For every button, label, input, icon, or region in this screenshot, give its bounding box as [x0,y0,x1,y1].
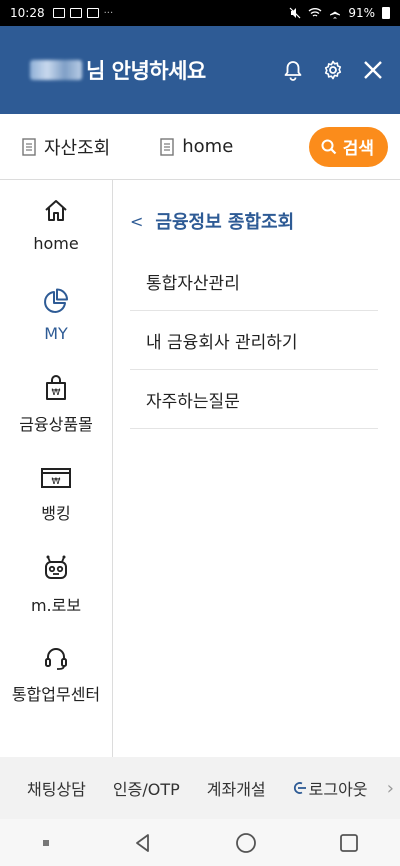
content-panel: < 금융정보 종합조회 통합자산관리 내 금융회사 관리하기 자주하는질문 [114,180,400,757]
search-button-label: 검색 [342,139,374,159]
more-notifications-icon: ··· [103,7,114,19]
overview-icon[interactable] [339,833,359,853]
header: 님 안녕하세요 [0,26,400,114]
airplane-icon [330,7,341,19]
status-right: 91% [289,6,390,20]
system-nav-bar [0,819,400,866]
quick-bar: 자산조회 home 검색 [0,114,400,180]
bank-card-icon: ₩ [41,468,71,488]
sidebar-item-home[interactable]: home [0,180,112,270]
greeting-text: 님 안녕하세요 [86,59,206,83]
mute-icon [289,7,301,19]
bottom-item-open-account[interactable]: 계좌개설 [207,776,266,800]
breadcrumb[interactable]: < 금융정보 종합조회 [130,208,378,234]
breadcrumb-title: 금융정보 종합조회 [155,212,295,233]
back-icon[interactable] [133,833,153,853]
sidebar-item-my[interactable]: MY [0,270,112,360]
gallery-notification-icon [52,8,65,18]
wifi-icon [308,8,322,17]
home-button-icon[interactable] [235,832,257,854]
sidebar-item-service-center[interactable]: 통합업무센터 [0,630,112,720]
document-icon [22,137,36,156]
search-button[interactable]: 검색 [308,126,388,167]
bottom-bar: 채팅상담 인증/OTP 계좌개설 로그아웃 › [0,757,400,819]
bottom-item-otp[interactable]: 인증/OTP [113,776,180,800]
won-symbol: ₩ [52,388,61,398]
sidebar-item-robo[interactable]: m.로보 [0,540,112,630]
sidebar-item-label: 통합업무센터 [11,685,101,704]
battery-percent: 91% [348,6,375,20]
headset-icon [45,648,67,670]
sidebar-item-label: 금융상품몰 [19,415,93,434]
sidebar-item-label: MY [44,323,68,343]
menu-item-faq[interactable]: 자주하는질문 [130,370,378,429]
pie-chart-icon [44,288,68,313]
document-icon [160,137,174,156]
status-bar: 10:28 ··· 91% [0,0,400,26]
search-icon [321,139,336,154]
sidebar-item-products[interactable]: ₩ 금융상품몰 [0,360,112,450]
gear-icon[interactable] [322,59,344,81]
menu-item-integrated-asset[interactable]: 통합자산관리 [130,252,378,311]
chevron-right-icon[interactable]: › [387,778,400,799]
sidebar-item-label: 뱅킹 [41,504,71,523]
bottom-item-logout[interactable]: 로그아웃 [293,776,368,800]
close-icon[interactable] [362,59,384,81]
status-notification-icons: ··· [52,7,114,19]
home-icon [45,199,67,221]
chevron-left-icon: < [130,211,144,231]
bell-icon[interactable] [282,59,304,81]
quick-item-home[interactable]: home [160,136,233,157]
sidebar-item-label: home [33,233,79,253]
quick-item-label: home [182,136,234,157]
battery-icon [382,7,390,19]
sidebar-item-banking[interactable]: ₩ 뱅킹 [0,450,112,540]
sidebar: home MY ₩ 금융상품몰 ₩ 뱅킹 m.로보 통합업무센터 [0,180,113,757]
menu-item-manage-institutions[interactable]: 내 금융회사 관리하기 [130,311,378,370]
logout-icon [293,782,306,794]
won-symbol: ₩ [52,477,61,487]
recent-apps-dot-icon[interactable] [41,838,51,848]
app-notification-icon [86,8,99,18]
mail-notification-icon [69,8,82,18]
robot-icon [45,555,67,579]
menu-item-label: 통합자산관리 [146,273,240,294]
shopping-bag-icon: ₩ [46,375,66,400]
sidebar-item-label: m.로보 [30,596,82,615]
bottom-item-chat[interactable]: 채팅상담 [27,776,86,800]
blurred-user-name [30,60,82,80]
quick-item-assets[interactable]: 자산조회 [22,134,110,160]
quick-item-label: 자산조회 [44,137,111,159]
menu-item-label: 내 금융회사 관리하기 [146,332,298,353]
header-actions [282,59,384,81]
menu-item-label: 자주하는질문 [146,391,240,412]
logout-label: 로그아웃 [308,780,368,799]
status-time: 10:28 [10,6,45,20]
